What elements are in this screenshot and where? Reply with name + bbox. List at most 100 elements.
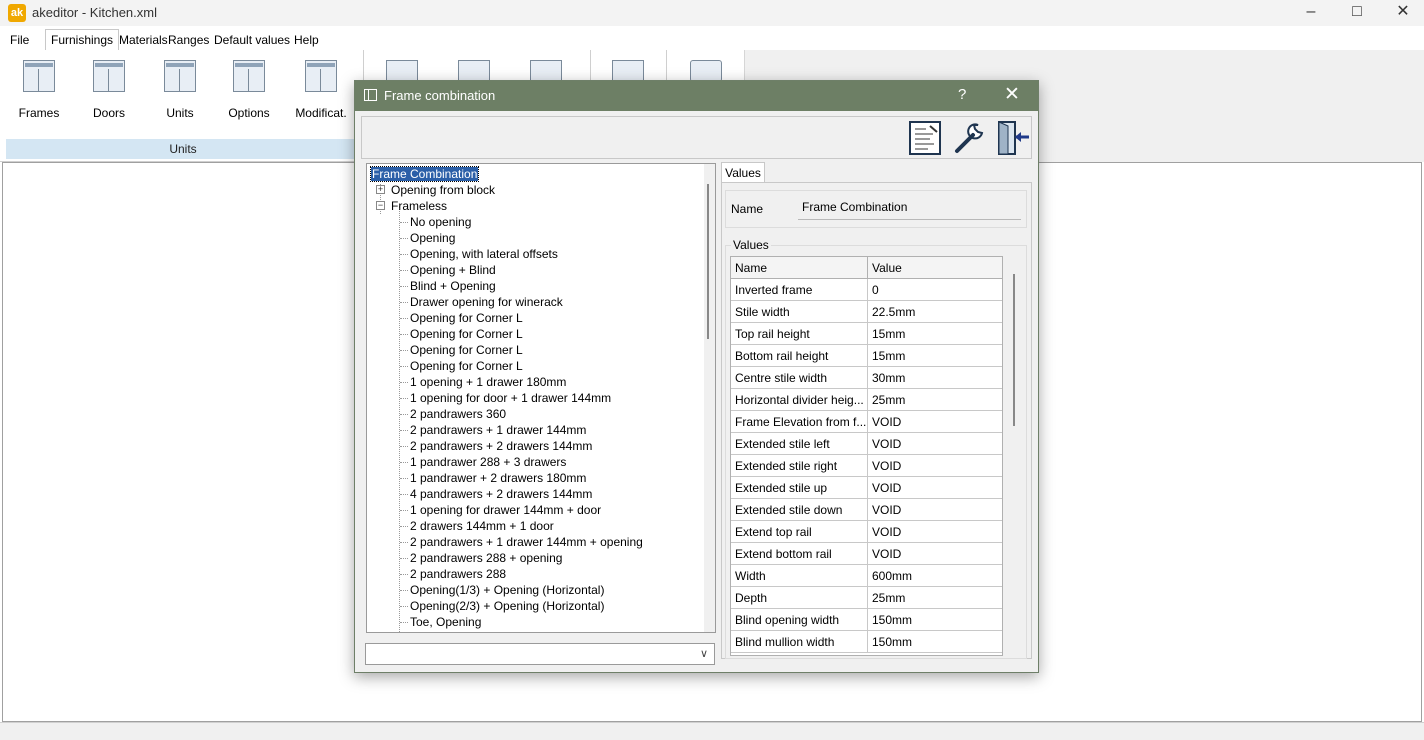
- grid-cell-name[interactable]: Extended stile right: [731, 455, 868, 477]
- tree-scrollbar[interactable]: [704, 164, 715, 632]
- report-icon[interactable]: [908, 120, 942, 156]
- ribbon-button-modifications[interactable]: Modificat.: [288, 58, 354, 124]
- tree-item[interactable]: 1 opening for drawer 144mm + door: [410, 502, 601, 518]
- ribbon-button-doors[interactable]: Doors: [76, 58, 142, 124]
- grid-cell-name[interactable]: Blind mullion width: [731, 631, 868, 653]
- tree-item[interactable]: Opening(2/3) + Opening (Horizontal): [410, 598, 604, 614]
- menu-furnishings[interactable]: Furnishings: [45, 29, 120, 51]
- grid-cell-value[interactable]: 150mm: [868, 631, 1002, 653]
- grid-cell-value[interactable]: 25mm: [868, 389, 1002, 411]
- grid-cell-name[interactable]: Width: [731, 565, 868, 587]
- tree-item[interactable]: Opening: [410, 230, 455, 246]
- cabinet-icon[interactable]: [530, 60, 562, 82]
- frame-combination-tree[interactable]: Frame Combination + Opening from block −…: [366, 163, 716, 633]
- grid-cell-name[interactable]: Extended stile left: [731, 433, 868, 455]
- tree-item[interactable]: 2 pandrawers + 2 drawers 144mm: [410, 438, 592, 454]
- grid-cell-value[interactable]: 25mm: [868, 587, 1002, 609]
- tree-expand-icon[interactable]: +: [376, 185, 385, 194]
- frame-combination-select[interactable]: ∨: [365, 643, 715, 665]
- help-button[interactable]: ?: [958, 86, 966, 103]
- grid-cell-value[interactable]: VOID: [868, 433, 1002, 455]
- tree-item[interactable]: 2 pandrawers + 1 drawer 144mm: [410, 422, 586, 438]
- tree-item[interactable]: Opening for Corner L: [410, 342, 523, 358]
- grid-cell-name[interactable]: Centre stile width: [731, 367, 868, 389]
- tree-node[interactable]: Opening from block: [391, 182, 495, 198]
- tree-item[interactable]: 1 pandrawer + 2 drawers 180mm: [410, 470, 586, 486]
- tree-item[interactable]: 2 drawers 144mm + 1 door: [410, 518, 554, 534]
- cabinet-icon[interactable]: [386, 60, 418, 82]
- tree-item[interactable]: Opening + Blind: [410, 262, 496, 278]
- grid-header-name[interactable]: Name: [731, 257, 868, 279]
- grid-cell-value[interactable]: 15mm: [868, 323, 1002, 345]
- tree-item[interactable]: 2 pandrawers 288: [410, 566, 506, 582]
- grid-cell-value[interactable]: 0: [868, 279, 1002, 301]
- menu-help[interactable]: Help: [294, 30, 319, 50]
- wrench-icon[interactable]: [952, 120, 986, 156]
- tree-item[interactable]: 2 pandrawers 360: [410, 406, 506, 422]
- chevron-down-icon[interactable]: ∨: [700, 647, 708, 660]
- grid-cell-name[interactable]: Depth: [731, 587, 868, 609]
- tree-item[interactable]: 2 pandrawers 288 + opening: [410, 550, 562, 566]
- tree-item[interactable]: No opening: [410, 214, 471, 230]
- values-grid[interactable]: Name Value Inverted frame 0 Stile width 22.…: [730, 256, 1003, 656]
- close-icon[interactable]: ✕: [1380, 0, 1424, 26]
- menu-file[interactable]: File: [10, 30, 29, 50]
- grid-scrollbar[interactable]: [1008, 260, 1022, 652]
- menu-materials[interactable]: Materials: [119, 30, 168, 50]
- grid-cell-value[interactable]: 22.5mm: [868, 301, 1002, 323]
- ribbon-button-units[interactable]: Units: [147, 58, 213, 124]
- grid-cell-name[interactable]: Extended stile up: [731, 477, 868, 499]
- tree-item[interactable]: 4 pandrawers + 2 drawers 144mm: [410, 486, 592, 502]
- maximize-icon[interactable]: □: [1334, 0, 1380, 26]
- grid-cell-name[interactable]: Extended stile down: [731, 499, 868, 521]
- cabinet-icon[interactable]: [458, 60, 490, 82]
- washing-machine-icon[interactable]: [690, 60, 722, 82]
- grid-cell-name[interactable]: Frame Elevation from f...: [731, 411, 868, 433]
- grid-cell-name[interactable]: Extend bottom rail: [731, 543, 868, 565]
- exit-icon[interactable]: [996, 120, 1030, 156]
- scrollbar-thumb[interactable]: [1013, 274, 1015, 426]
- tree-item[interactable]: Opening for Corner L: [410, 358, 523, 374]
- grid-cell-name[interactable]: Blind opening width: [731, 609, 868, 631]
- grid-cell-value[interactable]: VOID: [868, 499, 1002, 521]
- menu-ranges[interactable]: Ranges: [168, 30, 209, 50]
- dialog-close-icon[interactable]: ✕: [1004, 83, 1020, 106]
- grid-cell-name[interactable]: Extend top rail: [731, 521, 868, 543]
- tree-item[interactable]: Opening(1/3) + Opening (Horizontal): [410, 582, 604, 598]
- tree-item[interactable]: 1 pandrawer 288 + 3 drawers: [410, 454, 566, 470]
- tab-values[interactable]: Values: [721, 162, 765, 183]
- grid-cell-value[interactable]: 150mm: [868, 609, 1002, 631]
- tree-item[interactable]: Drawer opening for winerack: [410, 294, 563, 310]
- grid-cell-value[interactable]: VOID: [868, 411, 1002, 433]
- tree-collapse-icon[interactable]: −: [376, 201, 385, 210]
- grid-cell-value[interactable]: VOID: [868, 521, 1002, 543]
- name-field[interactable]: Frame Combination: [798, 196, 1021, 220]
- tree-item[interactable]: 2 pandrawers + 1 drawer 144mm + opening: [410, 534, 643, 550]
- grid-cell-value[interactable]: 600mm: [868, 565, 1002, 587]
- grid-cell-value[interactable]: 30mm: [868, 367, 1002, 389]
- tree-item[interactable]: 1 opening for door + 1 drawer 144mm: [410, 390, 611, 406]
- cabinet-icon[interactable]: [612, 60, 644, 82]
- scrollbar-thumb[interactable]: [707, 184, 709, 339]
- grid-cell-name[interactable]: Stile width: [731, 301, 868, 323]
- ribbon-button-options[interactable]: Options: [216, 58, 282, 124]
- grid-cell-value[interactable]: VOID: [868, 455, 1002, 477]
- tree-item[interactable]: Opening for Corner L: [410, 310, 523, 326]
- menu-default-values[interactable]: Default values: [214, 30, 290, 50]
- grid-cell-name[interactable]: Top rail height: [731, 323, 868, 345]
- grid-cell-name[interactable]: Horizontal divider heig...: [731, 389, 868, 411]
- tree-item[interactable]: Toe, Opening: [410, 614, 481, 630]
- grid-cell-name[interactable]: Bottom rail height: [731, 345, 868, 367]
- tree-node[interactable]: Frameless: [391, 198, 447, 214]
- tree-item[interactable]: Blind + Opening: [410, 278, 496, 294]
- tree-item[interactable]: Opening for Corner L: [410, 326, 523, 342]
- tree-root[interactable]: Frame Combination: [369, 166, 480, 182]
- tree-item[interactable]: 1 opening + 1 drawer 180mm: [410, 374, 566, 390]
- tree-item[interactable]: Opening, with lateral offsets: [410, 246, 558, 262]
- minimize-icon[interactable]: –: [1288, 0, 1334, 26]
- ribbon-button-frames[interactable]: Frames: [6, 58, 72, 124]
- grid-cell-value[interactable]: VOID: [868, 543, 1002, 565]
- grid-cell-value[interactable]: 15mm: [868, 345, 1002, 367]
- grid-cell-value[interactable]: VOID: [868, 477, 1002, 499]
- grid-header-value[interactable]: Value: [868, 257, 1002, 279]
